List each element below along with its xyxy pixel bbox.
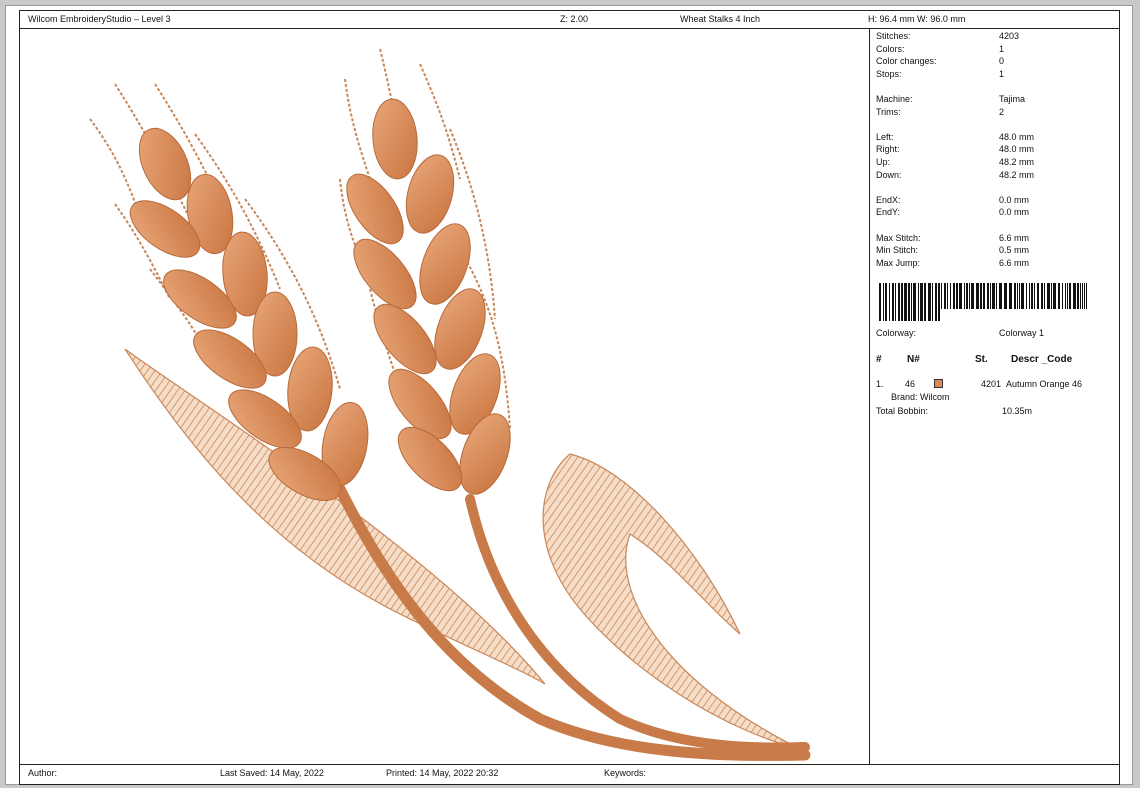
stat-value: 0 [999,56,1005,67]
color-table-header-descr: Descr _Code [1011,354,1073,365]
stat-value: 48.2 mm [999,169,1035,180]
design-preview [20,29,870,765]
stat-value: 0.0 mm [999,194,1030,205]
stat-label: Max Jump: [876,257,921,268]
leaf-right [542,453,801,750]
stat-label: Colors: [876,43,905,54]
stat-label: Left: [876,131,894,142]
stat-row: Left: 48.0 mm [876,131,1116,143]
stat-row: EndX: 0.0 mm [876,194,1116,206]
stat-row: Right: 48.0 mm [876,143,1116,155]
report-footer: Author: Last Saved: 14 May, 2022 Printed… [20,764,1119,784]
thread-color-swatch [934,379,943,388]
stat-label: Trims: [876,106,901,117]
color-table-header-number: N# [907,354,920,365]
total-bobbin-label: Total Bobbin: [876,406,929,416]
footer-last-saved: Last Saved: 14 May, 2022 [220,768,324,778]
stat-row: Machine: Tajima [876,93,1116,105]
colorway-label: Colorway: [876,328,917,338]
stat-value: 0.5 mm [999,245,1030,256]
stat-row: Stitches: 4203 [876,30,1116,42]
report-frame: Wilcom EmbroideryStudio – Level 3 Z: 2.0… [19,10,1120,785]
report-header: Wilcom EmbroideryStudio – Level 3 Z: 2.0… [20,11,1119,29]
wheat-stalks-embroidery-image [89,48,811,761]
colorway-row: Colorway: Colorway 1 [876,327,1116,339]
stat-value: 1 [999,68,1005,79]
footer-author: Author: [28,768,58,778]
total-bobbin-value: 10.35m [1002,406,1033,416]
app-title: Wilcom EmbroideryStudio – Level 3 [28,14,171,24]
stat-value: 48.0 mm [999,144,1035,155]
stat-row: Color changes: 0 [876,55,1116,67]
stat-row: Stops: 1 [876,68,1116,80]
stat-value: Tajima [999,94,1026,104]
color-row-descr: Autumn Orange 46 [1006,379,1083,389]
stat-value: 2 [999,106,1005,117]
stat-label: Min Stitch: [876,245,919,256]
stat-label: EndY: [876,207,901,218]
color-table-header-stitches: St. [975,354,988,365]
zoom-level: Z: 2.00 [560,14,589,24]
print-preview-sheet: Wilcom EmbroideryStudio – Level 3 Z: 2.0… [5,5,1133,785]
design-name: Wheat Stalks 4 Inch [680,14,761,24]
stat-label: EndX: [876,194,901,205]
stat-label: Right: [876,144,900,155]
stat-label: Down: [876,169,902,180]
stat-row: Max Stitch: 6.6 mm [876,232,1116,244]
color-row-brand: Brand: Wilcom [891,392,950,402]
stat-label: Stitches: [876,31,911,41]
stat-row: Max Jump: 6.6 mm [876,257,1116,269]
stat-row: Min Stitch: 0.5 mm [876,244,1116,256]
stat-row: EndY: 0.0 mm [876,206,1116,218]
stat-value: 48.2 mm [999,157,1035,167]
color-row-stitches: 4201 [981,379,1002,389]
stat-label: Stops: [876,68,902,79]
total-bobbin-row: Total Bobbin: 10.35m [876,405,1116,417]
design-info-panel: Stitches: 4203 Colors: 1 Color changes: 0 Stop… [871,29,1119,765]
stat-label: Machine: [876,94,913,104]
stat-label: Up: [876,157,891,167]
stat-value: 6.6 mm [999,232,1030,243]
stat-value: 48.0 mm [999,131,1035,142]
stat-label: Max Stitch: [876,232,921,243]
footer-printed: Printed: 14 May, 2022 20:32 [386,768,499,778]
stat-value: 4203 [999,31,1020,41]
colorway-value: Colorway 1 [999,328,1045,338]
stat-label: Color changes: [876,56,937,67]
color-table-header-index: # [876,354,882,365]
stat-row: Up: 48.2 mm [876,156,1116,168]
footer-keywords: Keywords: [604,768,647,778]
design-dimensions: H: 96.4 mm W: 96.0 mm [868,14,966,24]
stat-row: Down: 48.2 mm [876,169,1116,181]
color-row-index: 1. [876,379,884,389]
stat-value: 0.0 mm [999,207,1030,218]
barcode-icon [879,283,1087,321]
stat-value: 6.6 mm [999,257,1030,268]
color-row-number: 46 [905,379,916,389]
stat-row: Colors: 1 [876,43,1116,55]
stat-row: Trims: 2 [876,106,1116,118]
stat-value: 1 [999,43,1005,54]
